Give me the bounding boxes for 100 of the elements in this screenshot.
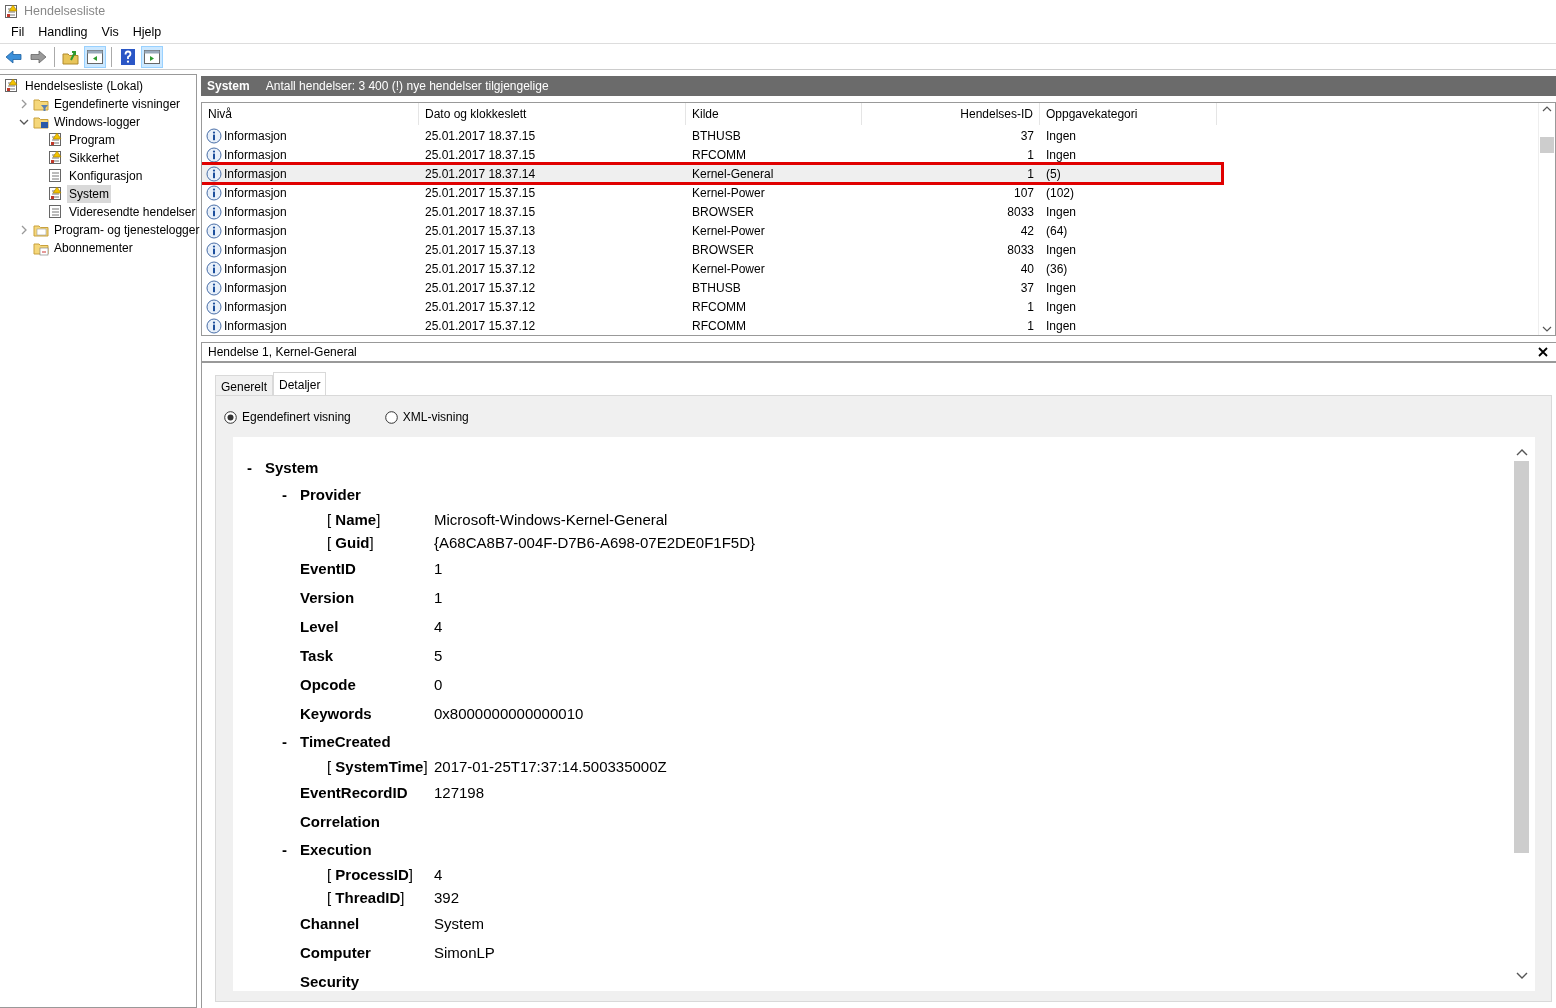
folder-icon [33, 222, 49, 238]
table-cell-text: Informasjon [224, 222, 287, 240]
tree-item[interactable]: Videresendte hendelser [67, 203, 198, 221]
close-icon[interactable] [1538, 347, 1548, 357]
tab[interactable]: Generelt [215, 375, 274, 395]
table-cell-text: Informasjon [224, 317, 287, 335]
collapse-toggle[interactable]: - [282, 484, 300, 507]
table-cell-text: RFCOMM [691, 298, 747, 316]
radio-label[interactable]: Egendefinert visning [242, 408, 351, 426]
field-value: 127198 [434, 783, 485, 804]
field-label: Version [300, 588, 356, 609]
attribute-label: [ Guid] [327, 533, 375, 554]
table-cell-text: Kernel-General [691, 165, 775, 183]
section-label: Execution [300, 840, 372, 861]
tree-item[interactable]: Sikkerhet [67, 149, 122, 167]
table-cell-text: 8033 [1006, 241, 1035, 259]
column-header[interactable]: Dato og klokkeslett [419, 103, 686, 125]
forward-arrow-icon [29, 47, 47, 66]
folder-icon [33, 114, 49, 130]
panel-icon [143, 47, 161, 66]
log-icon [48, 150, 64, 166]
table-cell-text: Informasjon [224, 241, 287, 259]
tree-item[interactable]: Windows-logger [52, 113, 143, 131]
table-cell-text: 25.01.2017 18.37.15 [424, 127, 537, 145]
table-cell-text: 1 [1026, 317, 1035, 335]
tree-item[interactable]: Abonnementer [52, 239, 135, 257]
radio-button[interactable] [224, 410, 237, 424]
table-row[interactable]: Informasjon 25.01.2017 15.37.12 RFCOMM 1 Ingen [202, 316, 1219, 335]
menu-item[interactable]: Vis [94, 23, 126, 42]
table-cell-text: RFCOMM [691, 317, 747, 335]
info-icon [206, 203, 222, 220]
table-row[interactable]: Informasjon 25.01.2017 18.37.14 Kernel-General 1 (5) [202, 164, 1222, 183]
radio-button[interactable] [384, 410, 398, 424]
table-cell-text: 25.01.2017 15.37.12 [424, 317, 537, 335]
table-cell-text: Kernel-Power [691, 184, 766, 202]
table-row[interactable]: Informasjon 25.01.2017 15.37.15 Kernel-Power 107 (102) [202, 183, 1219, 202]
table-cell-text: Ingen [1045, 127, 1078, 145]
table-cell-text: Ingen [1045, 241, 1078, 259]
tab[interactable]: Detaljer [273, 372, 327, 395]
table-row[interactable]: Informasjon 25.01.2017 18.37.15 BTHUSB 37 Ingen [202, 126, 1219, 145]
table-cell-text: (5) [1045, 165, 1062, 183]
scrollbar-thumb[interactable] [1540, 137, 1554, 153]
table-cell-text: 37 [1019, 127, 1035, 145]
table-row[interactable]: Informasjon 25.01.2017 15.37.12 BTHUSB 37 Ingen [202, 278, 1219, 297]
tree-item[interactable]: Program- og tjenestelogger [52, 221, 202, 239]
table-cell-text: 42 [1019, 222, 1035, 240]
scroll-up-icon[interactable] [1514, 447, 1529, 457]
table-row[interactable]: Informasjon 25.01.2017 15.37.13 Kernel-Power 42 (64) [202, 221, 1219, 240]
collapse-toggle[interactable]: - [282, 839, 300, 862]
menu-item[interactable]: Hjelp [125, 23, 169, 42]
field-value: 4 [434, 865, 443, 886]
scrollbar-thumb[interactable] [1514, 461, 1529, 853]
tree-item[interactable]: Program [67, 131, 117, 149]
column-header[interactable]: Oppgavekategori [1040, 103, 1217, 125]
column-header[interactable]: Kilde [686, 103, 862, 125]
collapse-toggle[interactable]: - [247, 457, 265, 480]
info-icon [206, 184, 222, 201]
tree-item[interactable]: Hendelsesliste (Lokal) [23, 77, 146, 95]
collapse-toggle[interactable]: - [282, 731, 300, 754]
attribute-label: [ ThreadID] [327, 888, 406, 909]
scroll-down-icon[interactable] [1514, 971, 1529, 981]
table-row[interactable]: Informasjon 25.01.2017 18.37.15 BROWSER 8033 Ingen [202, 202, 1219, 221]
section-label: System [265, 458, 319, 479]
table-row[interactable]: Informasjon 25.01.2017 15.37.13 BROWSER 8033 Ingen [202, 240, 1219, 259]
table-cell-text: Informasjon [224, 127, 287, 145]
tree-item[interactable]: Konfigurasjon [67, 167, 145, 185]
field-label: Keywords [300, 704, 373, 725]
help-icon [119, 47, 137, 66]
log-icon [48, 204, 64, 220]
back-arrow-icon [5, 47, 23, 66]
menu-item[interactable]: Handling [31, 23, 95, 42]
table-cell-text: (36) [1045, 260, 1069, 278]
radio-label[interactable]: XML-visning [402, 408, 469, 426]
table-cell-text: Ingen [1045, 203, 1078, 221]
table-cell-text: BTHUSB [691, 127, 742, 145]
table-cell-text: 25.01.2017 15.37.15 [424, 184, 537, 202]
field-value: 2017-01-25T17:37:14.500335000Z [434, 757, 667, 778]
field-label: Task [300, 646, 335, 667]
table-cell-text: RFCOMM [691, 146, 747, 164]
menu-item[interactable]: Fil [4, 23, 32, 42]
toolbar-button[interactable] [141, 45, 163, 68]
table-cell-text: Informasjon [224, 184, 287, 202]
field-value: SimonLP [434, 943, 495, 964]
table-row[interactable]: Informasjon 25.01.2017 15.37.12 Kernel-Power 40 (36) [202, 259, 1219, 278]
folder-icon [33, 240, 49, 256]
table-cell-text: 25.01.2017 15.37.12 [424, 260, 537, 278]
table-row[interactable]: Informasjon 25.01.2017 15.37.12 RFCOMM 1 Ingen [202, 297, 1219, 316]
table-cell-text: Informasjon [224, 165, 287, 183]
table-cell-text: Ingen [1045, 298, 1078, 316]
tree-item[interactable]: Egendefinerte visninger [52, 95, 183, 113]
column-header[interactable]: Hendelses-ID [862, 103, 1040, 125]
table-row[interactable]: Informasjon 25.01.2017 18.37.15 RFCOMM 1 Ingen [202, 145, 1219, 164]
field-label: EventRecordID [300, 783, 409, 804]
toolbar-button[interactable] [84, 45, 106, 68]
table-cell-text: 25.01.2017 18.37.15 [424, 203, 537, 221]
event-count: Antall hendelser: 3 400 (!) nye hendelser tilgjengelige [265, 78, 549, 95]
column-header[interactable]: Nivå [202, 103, 419, 125]
tree-item[interactable]: System [67, 185, 111, 203]
table-cell-text: Informasjon [224, 203, 287, 221]
field-label: Opcode [300, 675, 357, 696]
